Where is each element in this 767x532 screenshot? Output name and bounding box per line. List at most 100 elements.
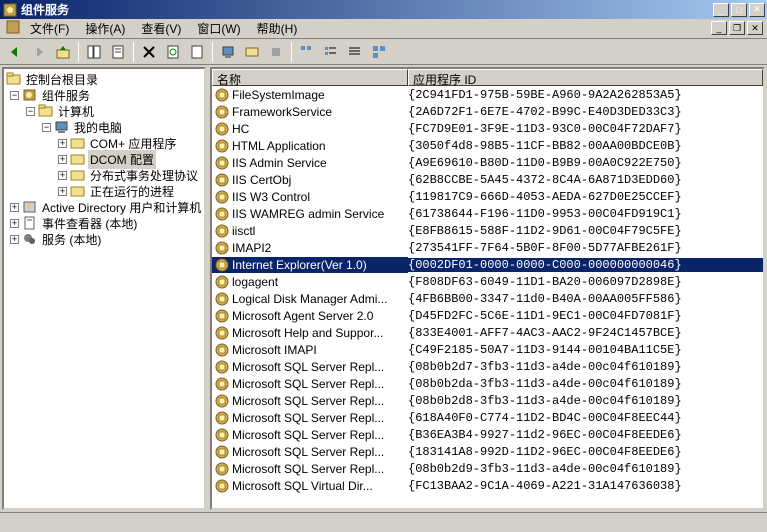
mdi-close-button[interactable]: ✕: [747, 21, 763, 35]
view-icons-button[interactable]: [368, 41, 390, 63]
list-item[interactable]: IMAPI2{273541FF-7F64-5B0F-8F00-5D77AFBE2…: [212, 239, 763, 256]
list-item[interactable]: IIS W3 Control{119817C9-666D-4053-AEDA-6…: [212, 188, 763, 205]
list-item[interactable]: IIS CertObj{62B8CCBE-5A45-4372-8C4A-6A87…: [212, 171, 763, 188]
list-item[interactable]: IIS Admin Service{A9E69610-B80D-11D0-B9B…: [212, 154, 763, 171]
maximize-button[interactable]: □: [731, 3, 747, 17]
collapse-icon[interactable]: −: [42, 123, 51, 132]
list-item[interactable]: Internet Explorer(Ver 1.0){0002DF01-0000…: [212, 256, 763, 273]
gears-icon: [22, 231, 38, 247]
mdi-minimize-button[interactable]: _: [711, 21, 727, 35]
properties-button[interactable]: [107, 41, 129, 63]
expand-icon[interactable]: +: [10, 235, 19, 244]
expand-icon[interactable]: +: [58, 155, 67, 164]
tree-services[interactable]: −组件服务: [4, 87, 204, 103]
list-item[interactable]: Logical Disk Manager Admi...{4FB6BB00-33…: [212, 290, 763, 307]
computer-button[interactable]: [217, 41, 239, 63]
stop-button[interactable]: [265, 41, 287, 63]
app-button[interactable]: [241, 41, 263, 63]
column-name[interactable]: 名称: [212, 69, 408, 86]
dcom-app-icon: [214, 155, 230, 171]
menu-file[interactable]: 文件(F): [24, 18, 75, 39]
dcom-app-icon: [214, 121, 230, 137]
list-body[interactable]: FileSystemImage{2C941FD1-975B-59BE-A960-…: [212, 86, 763, 508]
list-item-appid: {2C941FD1-975B-59BE-A960-9A2A262853A5}: [408, 88, 763, 102]
list-item[interactable]: iisctl {E8FB8615-588F-11D2-9D61-00C04F79C…: [212, 222, 763, 239]
list-item-name: Microsoft IMAPI: [232, 343, 317, 357]
dcom-app-icon: [214, 87, 230, 103]
tree-eventviewer[interactable]: +事件查看器 (本地): [4, 215, 204, 231]
list-item[interactable]: Microsoft SQL Server Repl...{08b0b2d7-3f…: [212, 358, 763, 375]
list-item-appid: {3050f4d8-98B5-11CF-BB82-00AA00BDCE0B}: [408, 139, 763, 153]
list-item-appid: {0002DF01-0000-0000-C000-000000000046}: [408, 258, 763, 272]
tree-root[interactable]: 控制台根目录: [4, 71, 204, 87]
list-item[interactable]: HTML Application{3050f4d8-98B5-11CF-BB82…: [212, 137, 763, 154]
dcom-app-icon: [214, 257, 230, 273]
view-detail-button[interactable]: [344, 41, 366, 63]
menu-view[interactable]: 查看(V): [135, 18, 187, 39]
collapse-icon[interactable]: −: [26, 107, 35, 116]
expand-icon[interactable]: +: [58, 187, 67, 196]
list-item[interactable]: Microsoft IMAPI{C49F2185-50A7-11D3-9144-…: [212, 341, 763, 358]
list-item[interactable]: Microsoft Agent Server 2.0{D45FD2FC-5C6E…: [212, 307, 763, 324]
view-small-button[interactable]: [296, 41, 318, 63]
list-item-appid: {08b0b2da-3fb3-11d3-a4de-00c04f610189}: [408, 377, 763, 391]
list-item[interactable]: IIS WAMREG admin Service{61738644-F196-1…: [212, 205, 763, 222]
dcom-app-icon: [214, 172, 230, 188]
list-item-name: Microsoft Help and Suppor...: [232, 326, 383, 340]
expand-icon[interactable]: +: [10, 203, 19, 212]
list-item-name: Microsoft SQL Server Repl...: [232, 394, 384, 408]
list-item-name: iisctl: [232, 224, 255, 238]
list-item[interactable]: HC{FC7D9E01-3F9E-11D3-93C0-00C04F72DAF7}: [212, 120, 763, 137]
view-list-button[interactable]: [320, 41, 342, 63]
content-area: 控制台根目录 −组件服务 −计算机 −我的电脑 +COM+ 应用程序 +DCOM…: [0, 65, 767, 512]
list-item-name: IIS CertObj: [232, 173, 291, 187]
list-item[interactable]: FrameworkService{2A6D72F1-6E7E-4702-B99C…: [212, 103, 763, 120]
list-item-appid: {4FB6BB00-3347-11d0-B40A-00AA005FF586}: [408, 292, 763, 306]
menu-action[interactable]: 操作(A): [79, 18, 131, 39]
list-item[interactable]: Microsoft SQL Server Repl...{08b0b2d9-3f…: [212, 460, 763, 477]
list-item[interactable]: Microsoft SQL Server Repl...{08b0b2d8-3f…: [212, 392, 763, 409]
list-item-appid: {E8FB8615-588F-11D2-9D61-00C04F79C5FE}: [408, 224, 763, 238]
list-item[interactable]: logagent{F808DF63-6049-11D1-BA20-006097D…: [212, 273, 763, 290]
back-button[interactable]: [4, 41, 26, 63]
collapse-icon[interactable]: −: [10, 91, 19, 100]
dcom-app-icon: [214, 223, 230, 239]
list-item[interactable]: Microsoft SQL Server Repl...{183141A8-99…: [212, 443, 763, 460]
close-button[interactable]: ✕: [749, 3, 765, 17]
tree-services-local[interactable]: +服务 (本地): [4, 231, 204, 247]
list-item-appid: {FC13BAA2-9C1A-4069-A221-31A147636038}: [408, 479, 763, 493]
list-header: 名称 应用程序 ID: [212, 69, 763, 86]
dcom-app-icon: [214, 274, 230, 290]
expand-icon[interactable]: +: [10, 219, 19, 228]
refresh-button[interactable]: [162, 41, 184, 63]
list-item-appid: {08b0b2d9-3fb3-11d3-a4de-00c04f610189}: [408, 462, 763, 476]
toolbar: [0, 39, 767, 65]
list-item[interactable]: Microsoft SQL Server Repl...{618A40F0-C7…: [212, 409, 763, 426]
expand-icon[interactable]: +: [58, 139, 67, 148]
list-item[interactable]: Microsoft SQL Virtual Dir...{FC13BAA2-9C…: [212, 477, 763, 494]
folder-icon: [70, 151, 86, 167]
mdi-restore-button[interactable]: ❐: [729, 21, 745, 35]
dcom-app-icon: [214, 478, 230, 494]
list-item[interactable]: Microsoft SQL Server Repl...{08b0b2da-3f…: [212, 375, 763, 392]
dcom-app-icon: [214, 393, 230, 409]
list-item[interactable]: FileSystemImage{2C941FD1-975B-59BE-A960-…: [212, 86, 763, 103]
show-tree-button[interactable]: [83, 41, 105, 63]
list-item-name: logagent: [232, 275, 278, 289]
expand-icon[interactable]: +: [58, 171, 67, 180]
list-item-name: IIS Admin Service: [232, 156, 327, 170]
list-item-appid: {273541FF-7F64-5B0F-8F00-5D77AFBE261F}: [408, 241, 763, 255]
tree-pane[interactable]: 控制台根目录 −组件服务 −计算机 −我的电脑 +COM+ 应用程序 +DCOM…: [2, 67, 206, 510]
dcom-app-icon: [214, 104, 230, 120]
export-button[interactable]: [186, 41, 208, 63]
minimize-button[interactable]: _: [713, 3, 729, 17]
column-appid[interactable]: 应用程序 ID: [408, 69, 763, 86]
forward-button[interactable]: [28, 41, 50, 63]
list-item[interactable]: Microsoft SQL Server Repl...{B36EA3B4-99…: [212, 426, 763, 443]
up-button[interactable]: [52, 41, 74, 63]
delete-button[interactable]: [138, 41, 160, 63]
menu-help[interactable]: 帮助(H): [251, 18, 304, 39]
menu-window[interactable]: 窗口(W): [191, 18, 246, 39]
list-item[interactable]: Microsoft Help and Suppor...{833E4001-AF…: [212, 324, 763, 341]
list-item-appid: {FC7D9E01-3F9E-11D3-93C0-00C04F72DAF7}: [408, 122, 763, 136]
